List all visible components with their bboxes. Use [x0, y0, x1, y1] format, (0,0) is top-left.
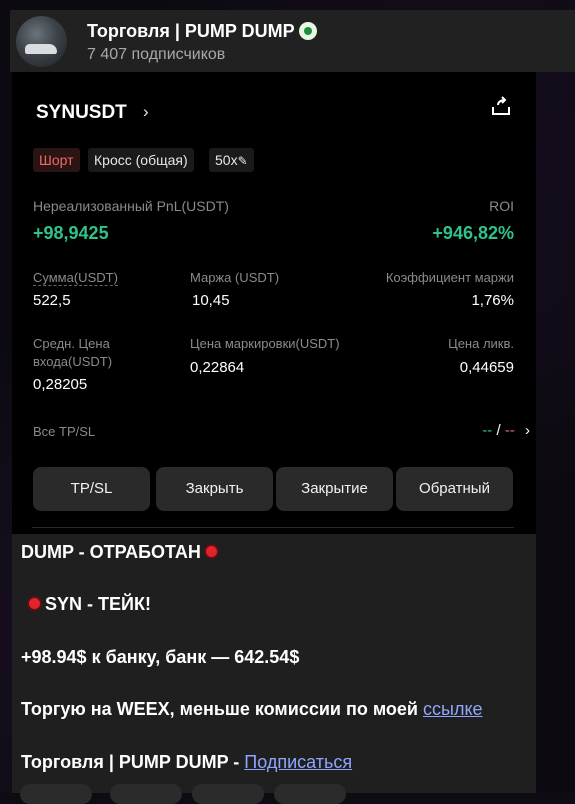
message-line-5: Торговля | PUMP DUMP - Подписаться	[21, 752, 352, 773]
amount-label: Сумма(USDT)	[33, 270, 118, 286]
tpsl-value-row[interactable]: -- / -- ›	[482, 422, 530, 439]
leverage-value: 50x	[215, 152, 238, 168]
reaction-chip[interactable]	[110, 784, 182, 804]
subscribe-link[interactable]: Подписаться	[244, 752, 352, 772]
close-button[interactable]: Закрыть	[156, 467, 273, 511]
pnl-value: +98,9425	[33, 223, 109, 243]
message-line-5-text: Торговля | PUMP DUMP -	[21, 752, 245, 772]
margin-mode-tag[interactable]: Кросс (общая)	[88, 148, 194, 172]
message-line-4-text: Торгую на WEEX, меньше комиссии по моей	[21, 699, 423, 719]
message-line-4: Торгую на WEEX, меньше комиссии по моей …	[21, 699, 483, 720]
reaction-chip[interactable]	[20, 784, 92, 804]
close-all-button[interactable]: Закрытие	[276, 467, 393, 511]
margin-ratio-value: 1,76%	[471, 292, 514, 309]
tpsl-label: Все TP/SL	[33, 424, 96, 439]
divider	[32, 527, 514, 528]
red-circle-icon	[29, 598, 40, 609]
channel-avatar[interactable]	[16, 16, 67, 67]
channel-title-text: Торговля | PUMP DUMP	[87, 21, 295, 41]
liq-label: Цена ликв.	[448, 336, 514, 351]
entry-label-1: Средн. Цена	[33, 336, 110, 351]
pair-title[interactable]: SYNUSDT	[36, 102, 127, 124]
roi-label: ROI	[489, 198, 514, 214]
message-line-1-text: DUMP - ОТРАБОТАН	[21, 542, 201, 562]
entry-label-2: входа(USDT)	[33, 354, 113, 369]
tpsl-button[interactable]: TP/SL	[33, 467, 150, 511]
chevron-right-icon[interactable]: ›	[143, 102, 149, 122]
eye-icon	[298, 22, 317, 40]
amount-label-text: Сумма(USDT)	[33, 270, 118, 286]
referral-link[interactable]: ссылке	[423, 699, 483, 719]
red-circle-icon	[205, 546, 217, 557]
message-line-2-text: SYN - ТЕЙК!	[45, 594, 151, 614]
share-icon[interactable]	[490, 96, 512, 118]
roi-value: +946,82%	[432, 223, 514, 243]
subscriber-count: 7 407 подписчиков	[87, 46, 226, 63]
mark-label: Цена маркировки(USDT)	[190, 336, 340, 351]
position-card: SYNUSDT › Шорт Кросс (общая) 50x✎ Нереал…	[12, 72, 536, 534]
reverse-button[interactable]: Обратный	[396, 467, 513, 511]
channel-header[interactable]: Торговля | PUMP DUMP 7 407 подписчиков	[10, 10, 575, 72]
tpsl-separator: /	[496, 422, 501, 439]
leverage-tag[interactable]: 50x✎	[209, 148, 254, 172]
margin-value: 10,45	[192, 292, 230, 309]
margin-label: Маржа (USDT)	[190, 270, 280, 285]
reaction-chip[interactable]	[192, 784, 264, 804]
tp-value: --	[482, 422, 493, 439]
entry-value: 0,28205	[33, 376, 88, 393]
margin-ratio-label: Коэффициент маржи	[385, 270, 514, 285]
car-icon	[25, 44, 57, 54]
sl-value: --	[504, 422, 515, 439]
message-bubble: DUMP - ОТРАБОТАН SYN - ТЕЙК! +98.94$ к б…	[12, 534, 536, 804]
message-line-1: DUMP - ОТРАБОТАН	[21, 542, 217, 563]
channel-title: Торговля | PUMP DUMP	[87, 21, 317, 42]
message-line-2: SYN - ТЕЙК!	[21, 594, 151, 615]
reaction-chip[interactable]	[274, 784, 346, 804]
message-line-3: +98.94$ к банку, банк — 642.54$	[21, 647, 300, 667]
edit-icon: ✎	[237, 154, 248, 168]
amount-value: 522,5	[33, 292, 71, 309]
pnl-label: Нереализованный PnL(USDT)	[33, 198, 229, 214]
side-tag: Шорт	[33, 148, 80, 172]
mark-value: 0,22864	[190, 359, 245, 376]
liq-value: 0,44659	[459, 359, 514, 376]
chevron-right-icon: ›	[525, 422, 530, 439]
